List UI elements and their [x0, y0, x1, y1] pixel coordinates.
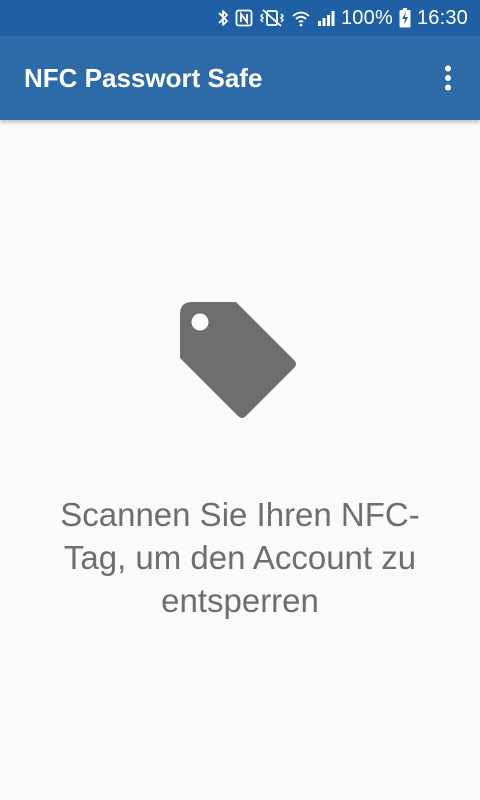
signal-icon	[317, 9, 335, 27]
nfc-icon	[235, 9, 253, 27]
tag-icon	[178, 300, 302, 429]
app-title: NFC Passwort Safe	[24, 62, 263, 93]
wifi-icon	[291, 9, 311, 27]
bluetooth-icon	[217, 9, 229, 27]
app-bar: NFC Passwort Safe	[0, 36, 480, 120]
overflow-menu-button[interactable]	[432, 54, 464, 102]
main-content: Scannen Sie Ihren NFC-Tag, um den Accoun…	[0, 120, 480, 800]
vibrate-icon	[259, 9, 285, 27]
battery-charging-icon	[399, 8, 411, 28]
more-vert-icon	[445, 65, 451, 91]
clock: 16:30	[416, 6, 468, 29]
battery-percent: 100%	[340, 6, 393, 29]
scan-instruction: Scannen Sie Ihren NFC-Tag, um den Accoun…	[60, 496, 420, 619]
status-bar: 100% 16:30	[0, 0, 480, 36]
